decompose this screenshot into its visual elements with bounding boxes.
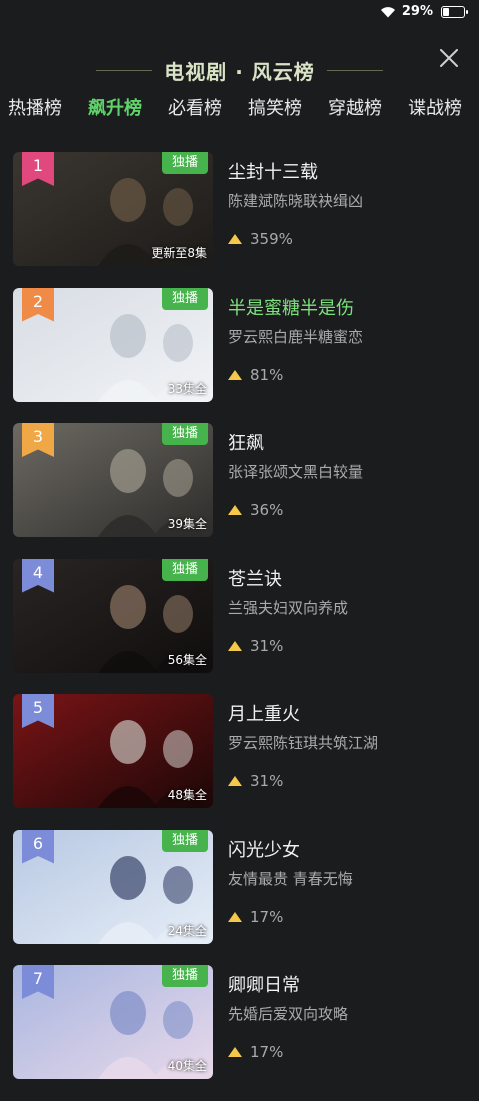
poster-thumbnail[interactable]: 4 独播 56集全 bbox=[13, 558, 213, 673]
exclusive-badge: 独播 bbox=[161, 287, 208, 310]
battery-icon bbox=[441, 5, 468, 18]
tab-3[interactable]: 搞笑榜 bbox=[248, 90, 302, 130]
poster-thumbnail[interactable]: 5 48集全 bbox=[13, 694, 213, 808]
show-title[interactable]: 闪光少女 bbox=[228, 836, 473, 864]
show-description: 先婚后爱双向攻略 bbox=[228, 1005, 349, 1023]
exclusive-badge: 独播 bbox=[161, 152, 208, 174]
list-item[interactable]: 6 独播 24集全 闪光少女 友情最贵 青春无悔 17% bbox=[0, 829, 479, 966]
battery-percentage: 29% bbox=[401, 4, 433, 19]
exclusive-badge: 独播 bbox=[161, 423, 208, 445]
episode-count: 24集全 bbox=[167, 923, 207, 938]
header-divider-right bbox=[326, 69, 383, 71]
trend-indicator: 36% bbox=[228, 501, 473, 519]
close-button[interactable] bbox=[435, 44, 463, 72]
status-bar: 29% bbox=[0, 0, 479, 26]
list-item[interactable]: 4 独播 56集全 苍兰诀 兰强夫妇双向养成 31% bbox=[0, 558, 479, 695]
item-info: 狂飙张译张颂文黑白较量 36% bbox=[228, 429, 473, 519]
show-description: 友情最贵 青春无悔 bbox=[228, 869, 353, 888]
tab-5[interactable]: 谍战榜 bbox=[408, 90, 462, 130]
trend-indicator: 81% bbox=[228, 366, 473, 384]
list-item[interactable]: 2 独播 33集全 半是蜜糖半是伤 罗云熙白鹿半糖蜜恋 81% bbox=[0, 287, 479, 424]
show-description: 兰强夫妇双向养成 bbox=[228, 598, 349, 617]
page-header: 电视剧 · 风云榜 bbox=[0, 52, 479, 88]
item-info: 尘封十三载陈建斌陈晓联袂缉凶 359% bbox=[228, 158, 473, 248]
tab-4[interactable]: 穿越榜 bbox=[328, 90, 382, 130]
show-description: 罗云熙陈钰琪共筑江湖 bbox=[228, 734, 379, 752]
show-title[interactable]: 半是蜜糖半是伤 bbox=[228, 294, 473, 322]
trend-indicator: 17% bbox=[228, 1043, 473, 1061]
list-item[interactable]: 3 独播 39集全 狂飙 张译张颂文黑白较量 36% bbox=[0, 423, 479, 559]
item-info: 卿卿日常先婚后爱双向攻略 17% bbox=[228, 971, 473, 1061]
trend-value: 17% bbox=[250, 907, 284, 926]
trend-indicator: 359% bbox=[228, 230, 473, 248]
list-item[interactable]: 7 独播 40集全 卿卿日常 先婚后爱双向攻略 17% bbox=[0, 965, 479, 1101]
show-title[interactable]: 苍兰诀 bbox=[228, 565, 473, 593]
trend-value: 359% bbox=[250, 230, 293, 248]
show-title[interactable]: 月上重火 bbox=[228, 700, 473, 728]
trend-up-icon bbox=[228, 640, 242, 651]
poster-thumbnail[interactable]: 2 独播 33集全 bbox=[13, 287, 213, 402]
trend-indicator: 31% bbox=[228, 772, 473, 790]
ranking-list: 1 独播 更新至8集 尘封十三载 陈建斌陈晓联袂缉凶 359% 2 独播 33集全 半是蜜糖半是伤… bbox=[0, 152, 479, 1101]
poster-thumbnail[interactable]: 1 独播 更新至8集 bbox=[13, 152, 213, 266]
episode-count: 40集全 bbox=[167, 1059, 207, 1073]
show-title[interactable]: 卿卿日常 bbox=[228, 971, 473, 999]
episode-count: 48集全 bbox=[167, 788, 207, 802]
trend-value: 31% bbox=[250, 772, 284, 790]
trend-indicator: 17% bbox=[228, 908, 473, 926]
trend-value: 36% bbox=[250, 501, 284, 519]
close-icon bbox=[440, 49, 458, 67]
tab-1[interactable]: 飙升榜 bbox=[88, 90, 142, 130]
trend-up-icon bbox=[228, 776, 242, 786]
wifi-icon bbox=[380, 6, 395, 17]
list-item[interactable]: 1 独播 更新至8集 尘封十三载 陈建斌陈晓联袂缉凶 359% bbox=[0, 152, 479, 288]
header-divider-left bbox=[96, 69, 153, 71]
poster-thumbnail[interactable]: 7 独播 40集全 bbox=[13, 965, 213, 1079]
tab-2[interactable]: 必看榜 bbox=[168, 90, 222, 130]
trend-up-icon bbox=[228, 1047, 242, 1057]
trend-indicator: 31% bbox=[228, 637, 473, 655]
trend-up-icon bbox=[228, 234, 242, 244]
item-info: 半是蜜糖半是伤罗云熙白鹿半糖蜜恋 81% bbox=[228, 294, 473, 384]
trend-up-icon bbox=[228, 505, 242, 515]
show-description: 陈建斌陈晓联袂缉凶 bbox=[228, 192, 364, 210]
tab-0[interactable]: 热播榜 bbox=[8, 90, 62, 130]
trend-up-icon bbox=[228, 369, 242, 380]
poster-thumbnail[interactable]: 3 独播 39集全 bbox=[13, 423, 213, 537]
episode-count: 39集全 bbox=[167, 517, 207, 531]
trend-value: 81% bbox=[250, 365, 284, 384]
item-info: 闪光少女友情最贵 青春无悔 17% bbox=[228, 836, 473, 926]
poster-thumbnail[interactable]: 6 独播 24集全 bbox=[13, 829, 213, 944]
episode-count: 更新至8集 bbox=[151, 246, 207, 260]
episode-count: 33集全 bbox=[167, 381, 207, 396]
show-title[interactable]: 尘封十三载 bbox=[228, 158, 473, 186]
trend-up-icon bbox=[228, 911, 242, 922]
category-tabs: 热播榜 飙升榜 必看榜 搞笑榜 穿越榜 谍战榜 bbox=[0, 90, 479, 130]
exclusive-badge: 独播 bbox=[161, 558, 208, 581]
show-description: 罗云熙白鹿半糖蜜恋 bbox=[228, 327, 364, 346]
item-info: 苍兰诀兰强夫妇双向养成 31% bbox=[228, 565, 473, 655]
trend-value: 17% bbox=[250, 1043, 284, 1061]
episode-count: 56集全 bbox=[167, 652, 207, 667]
show-title[interactable]: 狂飙 bbox=[228, 429, 473, 457]
trend-value: 31% bbox=[250, 636, 284, 655]
exclusive-badge: 独播 bbox=[161, 965, 208, 987]
page-title: 电视剧 · 风云榜 bbox=[164, 59, 315, 84]
show-description: 张译张颂文黑白较量 bbox=[228, 463, 364, 481]
list-item[interactable]: 5 48集全 月上重火罗云熙陈钰琪共筑江湖 31% bbox=[0, 694, 479, 830]
item-info: 月上重火罗云熙陈钰琪共筑江湖 31% bbox=[228, 700, 473, 790]
exclusive-badge: 独播 bbox=[161, 829, 208, 852]
